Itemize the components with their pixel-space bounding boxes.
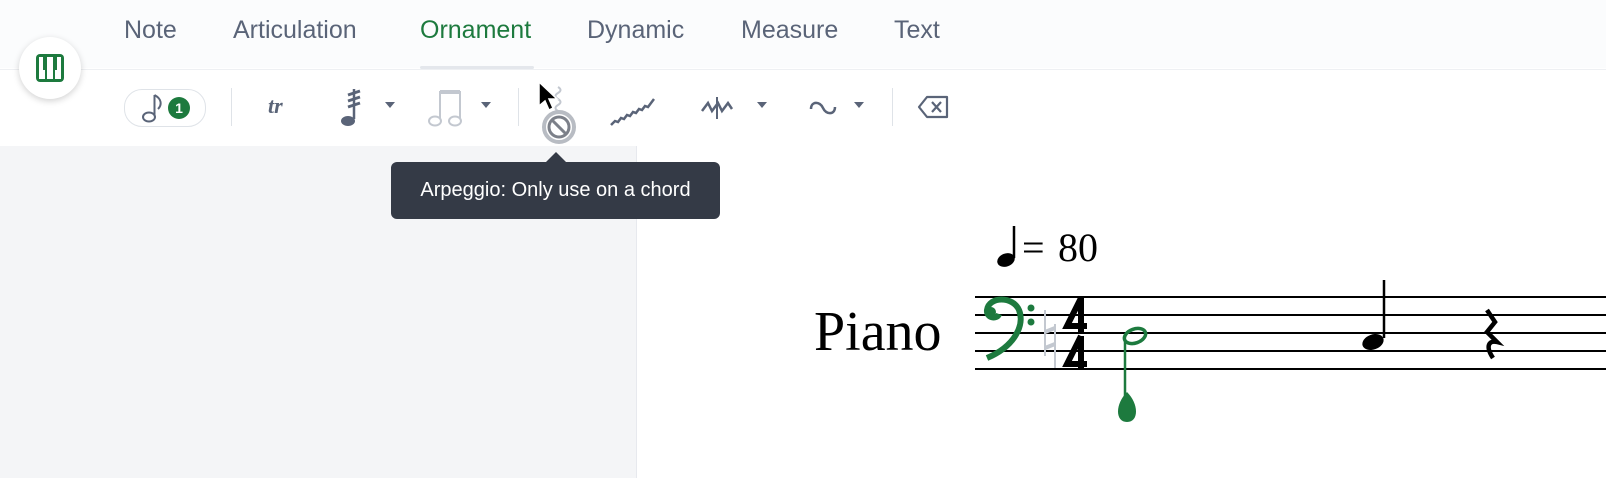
music-staff[interactable] (975, 270, 1606, 430)
turn-icon (809, 101, 837, 115)
beamed-notes-dropdown-caret[interactable] (481, 102, 491, 108)
tab-dynamic[interactable]: Dynamic (587, 16, 684, 45)
tremolo-icon (341, 89, 361, 126)
glissando-icon (610, 98, 655, 126)
delete-icon (917, 95, 949, 119)
tempo-value: 80 (1058, 225, 1098, 270)
bass-clef[interactable] (984, 296, 1035, 361)
not-allowed-cursor-icon (538, 80, 576, 144)
arpeggio-tooltip: Arpeggio: Only use on a chord (391, 162, 720, 219)
tooltip-arrow (546, 152, 566, 162)
turn-dropdown-caret[interactable] (854, 102, 864, 108)
tempo-quarter-note-icon (997, 226, 1016, 267)
tremolo-dropdown-caret[interactable] (385, 102, 395, 108)
natural-accidental (1044, 310, 1056, 368)
toolbar-divider (231, 88, 232, 126)
instrument-name: Piano (814, 301, 942, 363)
tab-articulation[interactable]: Articulation (233, 16, 357, 45)
tremolo-button[interactable] (336, 81, 406, 133)
mouse-cursor (537, 80, 583, 151)
mordent-icon (701, 97, 734, 119)
ornament-toolbar (0, 69, 1606, 147)
toolbar-divider (892, 88, 893, 126)
trill-icon: tr (268, 93, 283, 118)
trill-button[interactable]: tr (258, 81, 302, 133)
tab-text[interactable]: Text (894, 16, 940, 45)
selected-count-badge: 1 (168, 97, 190, 119)
quarter-note[interactable] (1360, 280, 1386, 353)
tab-measure[interactable]: Measure (741, 16, 838, 45)
selected-note-pill[interactable]: 1 (124, 89, 206, 127)
ornament-tab-bar: Note Articulation Ornament Dynamic Measu… (0, 0, 1606, 69)
delete-ornament-button[interactable] (912, 81, 956, 133)
piano-keyboard-icon (36, 54, 64, 82)
piano-keyboard-button[interactable] (19, 37, 81, 99)
mordent-dropdown-caret[interactable] (757, 102, 767, 108)
quarter-note-icon (142, 94, 162, 123)
tab-ornament[interactable]: Ornament (420, 16, 531, 45)
tab-note[interactable]: Note (124, 16, 177, 45)
beamed-notes-icon (428, 90, 462, 127)
half-note[interactable] (1118, 326, 1148, 422)
glissando-button[interactable] (608, 81, 662, 133)
tempo-equals: = (1022, 225, 1045, 270)
toolbar-divider (518, 88, 519, 126)
